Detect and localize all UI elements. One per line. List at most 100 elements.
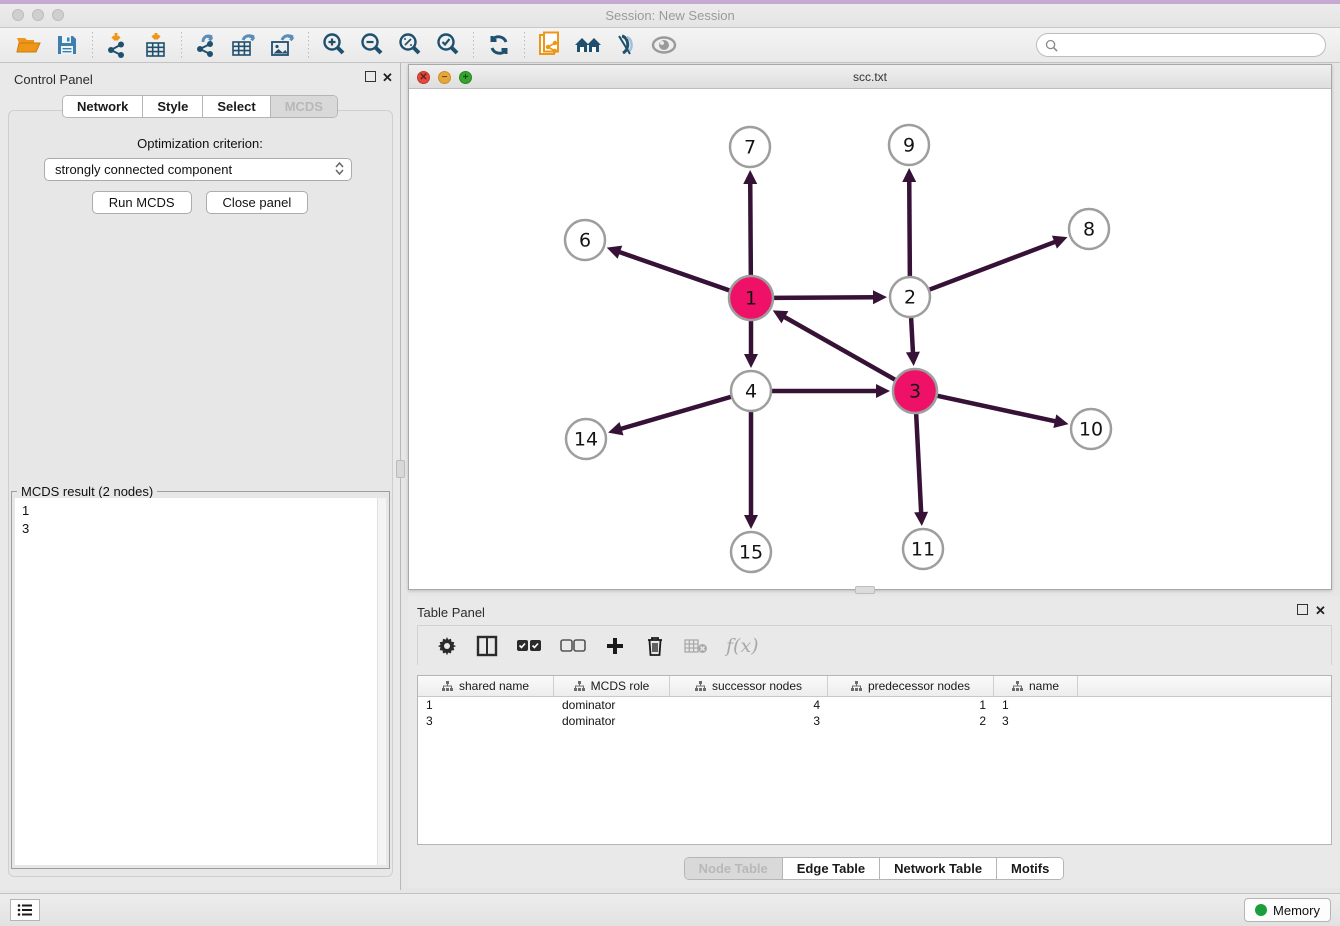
edge-3-11[interactable] <box>916 414 921 515</box>
edge-2-3[interactable] <box>911 318 913 355</box>
edge-1-6[interactable] <box>617 251 729 290</box>
select-all-icon[interactable] <box>516 634 542 658</box>
import-table-button[interactable] <box>137 30 175 60</box>
network-view-window: ✕ − + scc.txt 7968124314101511 <box>408 64 1332 590</box>
result-scrollbar[interactable] <box>377 498 386 865</box>
zoom-selected-button[interactable] <box>429 30 467 60</box>
float-panel-icon[interactable] <box>365 71 376 82</box>
export-network-icon <box>194 32 220 58</box>
table-row[interactable]: 3dominator323 <box>418 713 1331 729</box>
table-cell[interactable]: 3 <box>994 713 1078 729</box>
arrowhead-icon <box>608 422 623 435</box>
vertical-splitter-handle[interactable] <box>396 460 405 478</box>
add-column-icon[interactable] <box>604 634 626 658</box>
export-table-button[interactable] <box>226 30 264 60</box>
eye-icon <box>650 34 678 56</box>
search-icon <box>1045 39 1058 52</box>
delete-column-icon[interactable] <box>644 634 666 658</box>
arrowhead-icon <box>1053 414 1068 428</box>
network-window-titlebar[interactable]: ✕ − + scc.txt <box>409 65 1331 89</box>
tab-network-table[interactable]: Network Table <box>880 858 997 879</box>
arrowhead-icon <box>902 168 916 182</box>
node-label-1: 1 <box>745 288 757 310</box>
export-network-button[interactable] <box>188 30 226 60</box>
edge-1-7[interactable] <box>750 181 751 275</box>
close-table-panel-icon[interactable]: ✕ <box>1314 604 1327 617</box>
tab-motifs[interactable]: Motifs <box>997 858 1063 879</box>
zoom-fit-button[interactable] <box>391 30 429 60</box>
refresh-button[interactable] <box>480 30 518 60</box>
table-cell[interactable]: dominator <box>554 713 670 729</box>
table-cell[interactable]: 2 <box>828 713 994 729</box>
hierarchy-icon <box>695 681 706 691</box>
table-cell[interactable]: 3 <box>418 713 554 729</box>
gear-icon[interactable] <box>436 634 458 658</box>
tab-edge-table[interactable]: Edge Table <box>783 858 880 879</box>
float-table-panel-icon[interactable] <box>1297 604 1308 615</box>
run-mcds-button[interactable]: Run MCDS <box>92 191 192 214</box>
table-cell[interactable]: dominator <box>554 697 670 713</box>
memory-button[interactable]: Memory <box>1244 898 1331 922</box>
edge-3-1[interactable] <box>782 316 895 380</box>
edge-4-14[interactable] <box>619 397 731 430</box>
home-layout-button[interactable] <box>569 30 607 60</box>
column-header-label: name <box>1029 679 1059 693</box>
table-cell[interactable]: 3 <box>670 713 828 729</box>
table-row[interactable]: 1dominator411 <box>418 697 1331 713</box>
tab-node-table[interactable]: Node Table <box>685 858 783 879</box>
zoom-out-icon <box>359 32 385 58</box>
tab-network[interactable]: Network <box>63 96 143 117</box>
hierarchy-icon <box>442 681 453 691</box>
edge-2-9[interactable] <box>909 179 910 276</box>
table-cell[interactable]: 4 <box>670 697 828 713</box>
open-session-button[interactable] <box>10 30 48 60</box>
zoom-out-button[interactable] <box>353 30 391 60</box>
new-network-button[interactable] <box>531 30 569 60</box>
delete-table-icon[interactable] <box>684 634 708 658</box>
tab-mcds[interactable]: MCDS <box>271 96 337 117</box>
hierarchy-icon <box>574 681 585 691</box>
column-header-MCDS-role[interactable]: MCDS role <box>554 676 670 696</box>
search-input[interactable] <box>1063 38 1317 52</box>
eye-button[interactable] <box>645 30 683 60</box>
node-label-11: 11 <box>911 539 935 561</box>
column-header-successor-nodes[interactable]: successor nodes <box>670 676 828 696</box>
edge-2-8[interactable] <box>930 241 1058 289</box>
table-header-row: shared nameMCDS role successor nodes prede… <box>418 676 1331 697</box>
split-column-icon[interactable] <box>476 634 498 658</box>
export-image-button[interactable] <box>264 30 302 60</box>
horizontal-splitter-handle[interactable] <box>855 586 875 594</box>
zoom-in-button[interactable] <box>315 30 353 60</box>
node-table[interactable]: shared nameMCDS role successor nodes prede… <box>417 675 1332 845</box>
task-history-button[interactable] <box>10 899 40 921</box>
deselect-all-icon[interactable] <box>560 634 586 658</box>
arrowhead-icon <box>743 170 757 184</box>
save-session-icon <box>56 34 78 56</box>
mcds-result-text[interactable]: 1 3 <box>15 498 386 865</box>
table-cell[interactable]: 1 <box>994 697 1078 713</box>
column-header-shared-name[interactable]: shared name <box>418 676 554 696</box>
edge-1-2[interactable] <box>774 297 876 298</box>
tab-select[interactable]: Select <box>203 96 270 117</box>
save-session-button[interactable] <box>48 30 86 60</box>
hide-graphics-button[interactable] <box>607 30 645 60</box>
column-header-label: successor nodes <box>712 679 802 693</box>
column-header-name[interactable]: name <box>994 676 1078 696</box>
toolbar-separator <box>308 32 309 58</box>
column-header-predecessor-nodes[interactable]: predecessor nodes <box>828 676 994 696</box>
close-panel-button[interactable]: Close panel <box>206 191 309 214</box>
toolbar-separator <box>473 32 474 58</box>
function-builder-icon[interactable]: f(x) <box>726 634 759 658</box>
import-network-icon <box>106 32 130 58</box>
optimization-criterion-select[interactable]: strongly connected component <box>44 158 352 181</box>
tab-style[interactable]: Style <box>143 96 203 117</box>
table-cell[interactable]: 1 <box>828 697 994 713</box>
close-panel-icon[interactable]: ✕ <box>381 71 394 84</box>
network-graph-canvas[interactable]: 7968124314101511 <box>409 89 1331 589</box>
export-table-icon <box>231 32 259 58</box>
search-field[interactable] <box>1036 33 1326 57</box>
table-body: 1dominator4113dominator323 <box>418 697 1331 729</box>
edge-3-10[interactable] <box>937 396 1057 422</box>
table-cell[interactable]: 1 <box>418 697 554 713</box>
import-network-button[interactable] <box>99 30 137 60</box>
